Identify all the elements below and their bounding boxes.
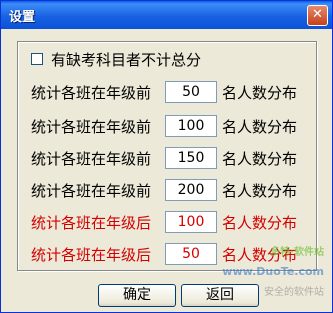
rank-row-top-2: 统计各班在年级前 名人数分布	[31, 113, 297, 139]
rank-count-input[interactable]	[165, 147, 217, 169]
close-icon: ✕	[312, 7, 323, 22]
rank-row-suffix: 名人数分布	[222, 213, 298, 232]
rank-count-input[interactable]	[165, 115, 217, 137]
exclude-missing-option[interactable]: 有缺考科目者不计总分	[31, 49, 201, 69]
settings-dialog: 设置 ✕ 有缺考科目者不计总分 统计各班在年级前 名人数分布 统计各班在年级前 …	[0, 0, 333, 313]
watermark-url: www.DuoTe.com	[222, 265, 324, 278]
rank-row-prefix: 统计各班在年级前	[31, 117, 152, 136]
rank-row-suffix: 名人数分布	[222, 149, 298, 168]
rank-count-input[interactable]	[165, 179, 217, 201]
rank-row-prefix: 统计各班在年级前	[31, 83, 152, 102]
rank-row-top-4: 统计各班在年级前 名人数分布	[31, 177, 297, 203]
rank-row-prefix: 统计各班在年级前	[31, 181, 152, 200]
exclude-missing-checkbox[interactable]	[31, 53, 43, 65]
rank-row-bottom-2: 统计各班在年级后 名人数分布	[31, 241, 297, 267]
rank-row-prefix: 统计各班在年级后	[31, 245, 152, 264]
window-title: 设置	[9, 10, 36, 25]
rank-row-top-1: 统计各班在年级前 名人数分布	[31, 79, 297, 105]
back-button[interactable]: 返回	[181, 284, 259, 307]
rank-row-prefix: 统计各班在年级前	[31, 149, 152, 168]
rank-row-suffix: 名人数分布	[222, 117, 298, 136]
watermark-slogan: 安全的软件站	[264, 287, 324, 298]
ok-button[interactable]: 确定	[98, 284, 176, 307]
rank-row-top-3: 统计各班在年级前 名人数分布	[31, 145, 297, 171]
rank-row-suffix: 名人数分布	[222, 181, 298, 200]
rank-count-input[interactable]	[165, 81, 217, 103]
title-bar[interactable]: 设置 ✕	[1, 1, 332, 29]
rank-count-input[interactable]	[165, 211, 217, 233]
rank-row-prefix: 统计各班在年级后	[31, 213, 152, 232]
watermark-logo-text: 多特·软件站	[270, 247, 324, 258]
rank-count-input[interactable]	[165, 243, 217, 265]
rank-row-suffix: 名人数分布	[222, 83, 298, 102]
close-button[interactable]: ✕	[307, 5, 328, 26]
rank-row-bottom-1: 统计各班在年级后 名人数分布	[31, 209, 297, 235]
exclude-missing-label[interactable]: 有缺考科目者不计总分	[51, 49, 201, 70]
